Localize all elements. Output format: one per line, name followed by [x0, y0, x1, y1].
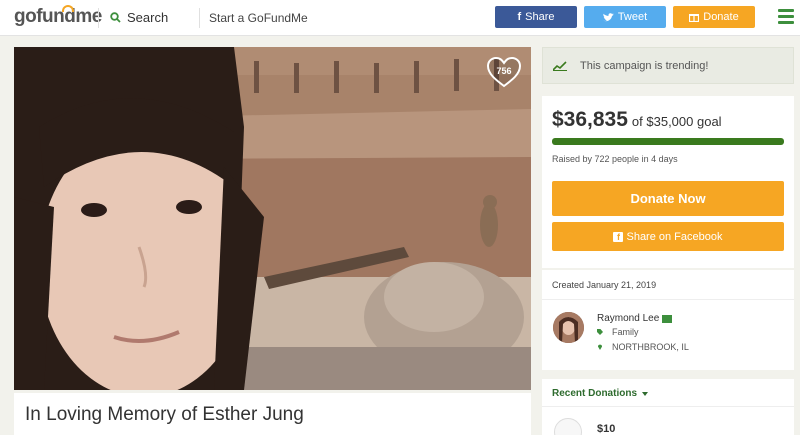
trending-chart-icon [553, 60, 567, 71]
raised-by-text: Raised by 722 people in 4 days [552, 154, 678, 164]
tweet-button[interactable]: Tweet [584, 6, 666, 28]
location-pin-icon [598, 344, 602, 350]
donate-icon [689, 14, 700, 22]
avatar[interactable] [553, 312, 584, 343]
start-gofundme-link[interactable]: Start a GoFundMe [209, 11, 308, 25]
twitter-icon [602, 12, 614, 21]
donation-amount: $10 [597, 423, 616, 435]
heart-count: 756 [496, 66, 512, 76]
campaign-photo [14, 47, 531, 390]
goal-amount: of $35,000 goal [631, 114, 722, 129]
facebook-icon: f [517, 11, 522, 23]
share-label: Share [525, 11, 555, 23]
donate-label: Donate [703, 11, 739, 23]
share-facebook-button[interactable]: f Share on Facebook [552, 222, 784, 251]
funding-card: $36,835 of $35,000 goal Raised by 722 pe… [542, 96, 794, 268]
recent-donations-card: Recent Donations $10 [542, 379, 794, 435]
top-nav: gofundme Search Start a GoFundMe f Share… [0, 0, 800, 36]
tweet-label: Tweet [617, 11, 648, 23]
caret-down-icon [642, 391, 649, 396]
share-button[interactable]: f Share [495, 6, 577, 28]
donor-avatar [554, 418, 582, 435]
photo-illustration [14, 47, 531, 390]
divider [199, 8, 200, 28]
menu-icon[interactable] [778, 9, 794, 27]
envelope-icon[interactable] [662, 314, 673, 323]
organizer-category[interactable]: Family [612, 327, 639, 337]
organizer-location-row: NORTHBROOK, IL [597, 342, 689, 352]
divider [98, 8, 99, 28]
organizer-location: NORTHBROOK, IL [612, 342, 689, 352]
search-link[interactable]: Search [110, 10, 168, 25]
recent-donations-toggle[interactable]: Recent Donations [552, 388, 649, 399]
organizer-name[interactable]: Raymond Lee [597, 313, 659, 324]
gofundme-logo[interactable]: gofundme [14, 5, 102, 28]
trending-text: This campaign is trending! [580, 59, 709, 72]
raised-summary: $36,835 of $35,000 goal [552, 108, 722, 132]
organizer-card: Created January 21, 2019 Raymond Lee Fam… [542, 270, 794, 370]
created-date: Created January 21, 2019 [552, 280, 657, 290]
donate-button[interactable]: Donate [673, 6, 755, 28]
logo-sun-icon [62, 5, 74, 12]
search-label: Search [127, 10, 169, 25]
title-panel: In Loving Memory of Esther Jung [14, 393, 531, 435]
share-facebook-label: Share on Facebook [626, 230, 723, 243]
divider [542, 299, 794, 300]
organizer-name-row: Raymond Lee [597, 313, 673, 324]
facebook-icon: f [613, 231, 624, 242]
campaign-title: In Loving Memory of Esther Jung [25, 404, 304, 425]
divider [542, 406, 794, 407]
recent-donations-title: Recent Donations [552, 388, 638, 399]
progress-fill [552, 138, 784, 145]
tag-icon [597, 329, 603, 335]
progress-bar [552, 138, 784, 145]
raised-amount: $36,835 [552, 108, 628, 131]
trending-banner: This campaign is trending! [542, 47, 794, 84]
donate-now-button[interactable]: Donate Now [552, 181, 784, 216]
organizer-category-row: Family [597, 327, 639, 337]
search-icon [110, 12, 121, 23]
